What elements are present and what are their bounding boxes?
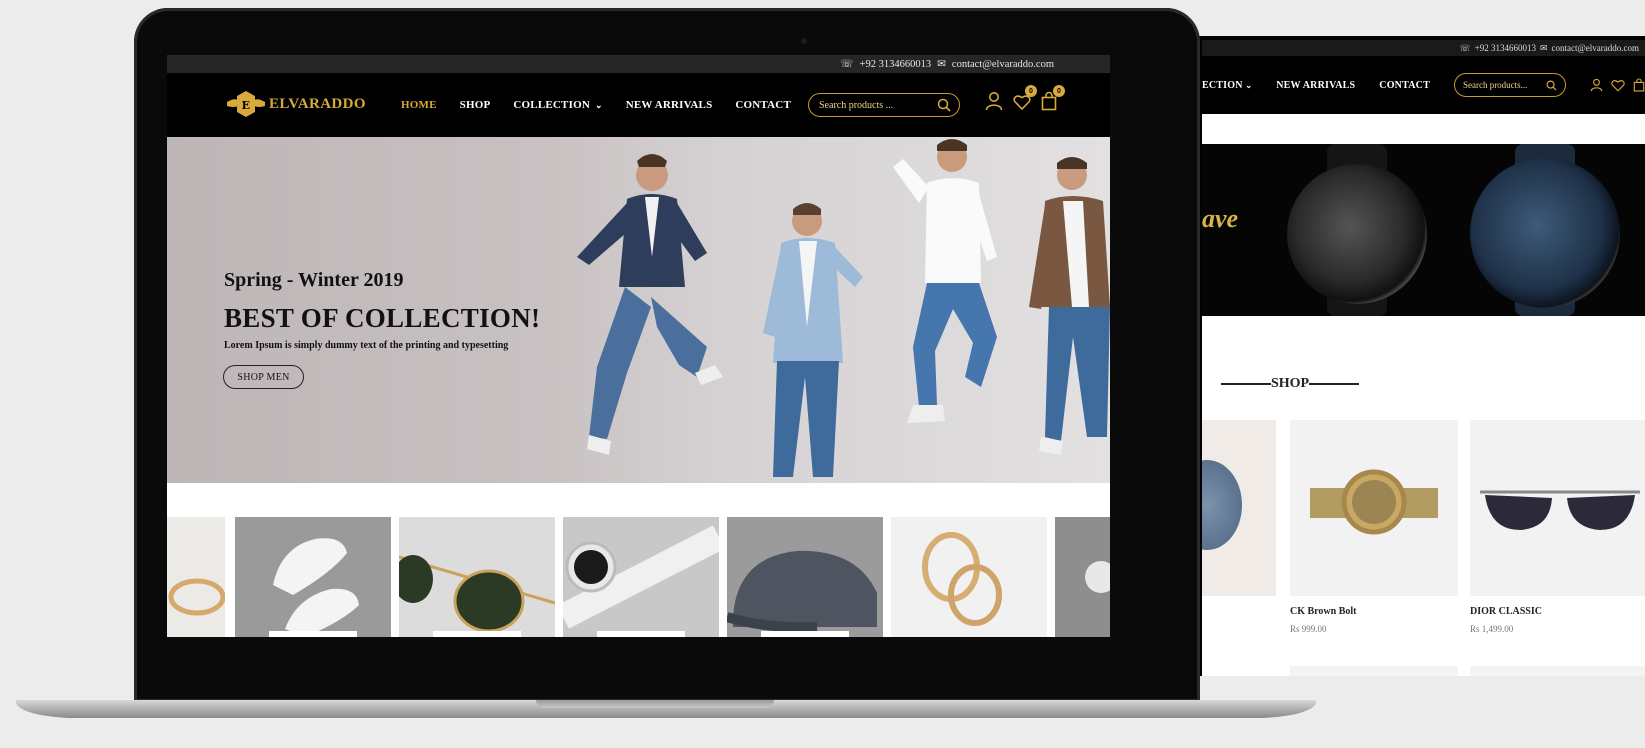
account-button[interactable] bbox=[985, 91, 1003, 111]
phone-icon: ☏ bbox=[1459, 42, 1471, 53]
product-card-image[interactable] bbox=[1290, 420, 1458, 596]
product-card-image[interactable] bbox=[1202, 420, 1276, 596]
category-card-watch[interactable] bbox=[1055, 517, 1110, 637]
banner-script-text: ave bbox=[1202, 204, 1239, 233]
brand-name: ELVARADDO bbox=[269, 95, 366, 112]
svg-text:E: E bbox=[242, 99, 251, 112]
section-spacer bbox=[167, 483, 1110, 517]
card-label bbox=[433, 631, 521, 637]
main-screen: ☏ +92 3134660013 ✉ contact@elvaraddo.com… bbox=[167, 55, 1110, 637]
hero-banner: Spring - Winter 2019 BEST OF COLLECTION!… bbox=[167, 137, 1110, 483]
card-label bbox=[761, 631, 849, 637]
mail-icon: ✉ bbox=[1539, 42, 1548, 53]
camera bbox=[801, 38, 807, 44]
topbar-phone[interactable]: +92 3134660013 bbox=[860, 59, 932, 70]
chevron-down-icon: ⌄ bbox=[1245, 80, 1253, 90]
user-icon bbox=[985, 92, 1003, 111]
search-input[interactable] bbox=[819, 99, 929, 111]
search-icon bbox=[1546, 80, 1557, 91]
category-card-sunglasses[interactable] bbox=[399, 517, 555, 637]
secondary-page: ☏ +92 3134660013 ✉ contact@elvaraddo.com… bbox=[1202, 40, 1645, 676]
chevron-down-icon: ⌄ bbox=[594, 100, 603, 110]
laptop-notch bbox=[536, 700, 774, 708]
nav-shop[interactable]: SHOP bbox=[460, 99, 491, 111]
cart-count-badge: 0 bbox=[1053, 85, 1065, 97]
secondary-navbar: ECTION ⌄ NEW ARRIVALS CONTACT Search pro… bbox=[1202, 56, 1645, 114]
hero-description: Lorem Ipsum is simply dummy text of the … bbox=[224, 340, 509, 351]
main-navbar: E ELVARADDO HOME SHOP COLLECTION ⌄ NEW AR… bbox=[167, 73, 1110, 137]
search-box bbox=[808, 93, 960, 117]
hero-title: BEST OF COLLECTION! bbox=[224, 303, 541, 333]
secondary-nav-new-arrivals[interactable]: NEW ARRIVALS bbox=[1276, 80, 1355, 91]
secondary-watch-banner: ave bbox=[1202, 144, 1645, 316]
nav-collection[interactable]: COLLECTION ⌄ bbox=[513, 99, 602, 111]
cart-icon[interactable] bbox=[1633, 78, 1645, 92]
product-price: Rs 999.00 bbox=[1290, 624, 1327, 634]
product-card-image[interactable] bbox=[1470, 666, 1645, 676]
category-card-smartwatch[interactable] bbox=[563, 517, 719, 637]
product-price: Rs 1,499.00 bbox=[1470, 624, 1514, 634]
search-icon[interactable] bbox=[937, 98, 951, 112]
category-card-bracelet[interactable] bbox=[167, 517, 225, 637]
product-name[interactable]: CK Brown Bolt bbox=[1290, 606, 1357, 617]
secondary-screen: ☏ +92 3134660013 ✉ contact@elvaraddo.com… bbox=[1198, 36, 1645, 676]
product-name[interactable]: DIOR CLASSIC bbox=[1470, 606, 1542, 617]
mail-icon: ✉ bbox=[937, 59, 946, 70]
phone-icon: ☏ bbox=[840, 59, 854, 70]
user-icon[interactable] bbox=[1590, 78, 1603, 92]
category-card-sneakers[interactable] bbox=[235, 517, 391, 637]
contact-topbar: ☏ +92 3134660013 ✉ contact@elvaraddo.com bbox=[167, 55, 1110, 73]
logo-emblem-icon: E bbox=[227, 91, 265, 117]
blue-watch-image bbox=[1470, 158, 1620, 308]
secondary-nav-icons bbox=[1590, 78, 1645, 92]
shop-section-title: SHOP bbox=[1210, 376, 1370, 392]
wishlist-button[interactable]: 0 bbox=[1013, 85, 1037, 111]
topbar-email[interactable]: contact@elvaraddo.com bbox=[952, 59, 1054, 70]
nav-contact[interactable]: CONTACT bbox=[735, 99, 791, 111]
nav-new-arrivals[interactable]: NEW ARRIVALS bbox=[626, 99, 713, 111]
secondary-spacer bbox=[1202, 114, 1645, 144]
divider bbox=[1309, 382, 1360, 385]
divider bbox=[1220, 382, 1271, 385]
main-menu: HOME SHOP COLLECTION ⌄ NEW ARRIVALS CONTA… bbox=[401, 73, 814, 137]
card-label bbox=[597, 631, 685, 637]
secondary-nav-contact[interactable]: CONTACT bbox=[1379, 80, 1430, 91]
hero-subtitle: Spring - Winter 2019 bbox=[224, 269, 404, 291]
heart-icon[interactable] bbox=[1611, 79, 1625, 92]
secondary-phone: +92 3134660013 bbox=[1474, 43, 1536, 53]
secondary-topbar: ☏ +92 3134660013 ✉ contact@elvaraddo.com bbox=[1202, 40, 1645, 56]
secondary-email: contact@elvaraddo.com bbox=[1551, 43, 1640, 53]
wishlist-count-badge: 0 bbox=[1025, 85, 1037, 97]
product-card-image[interactable] bbox=[1290, 666, 1458, 676]
card-label bbox=[269, 631, 357, 637]
secondary-search-input[interactable]: Search products... bbox=[1453, 73, 1566, 97]
nav-icons: 0 0 bbox=[985, 85, 1065, 111]
category-card-cap[interactable] bbox=[727, 517, 883, 637]
black-watch-image bbox=[1287, 164, 1427, 304]
nav-home[interactable]: HOME bbox=[401, 99, 437, 111]
secondary-search-placeholder: Search products... bbox=[1462, 80, 1528, 90]
category-card-bangles[interactable] bbox=[891, 517, 1047, 637]
laptop-base bbox=[16, 700, 1316, 718]
product-card-image[interactable] bbox=[1470, 420, 1645, 596]
brand-logo[interactable]: E ELVARADDO bbox=[225, 89, 366, 119]
category-strip bbox=[167, 517, 1110, 637]
shop-men-button[interactable]: SHOP MEN bbox=[223, 365, 304, 389]
secondary-nav-collection[interactable]: ECTION ⌄ bbox=[1202, 80, 1252, 91]
hero-models-image bbox=[577, 139, 1110, 477]
cart-button[interactable]: 0 bbox=[1041, 85, 1065, 111]
